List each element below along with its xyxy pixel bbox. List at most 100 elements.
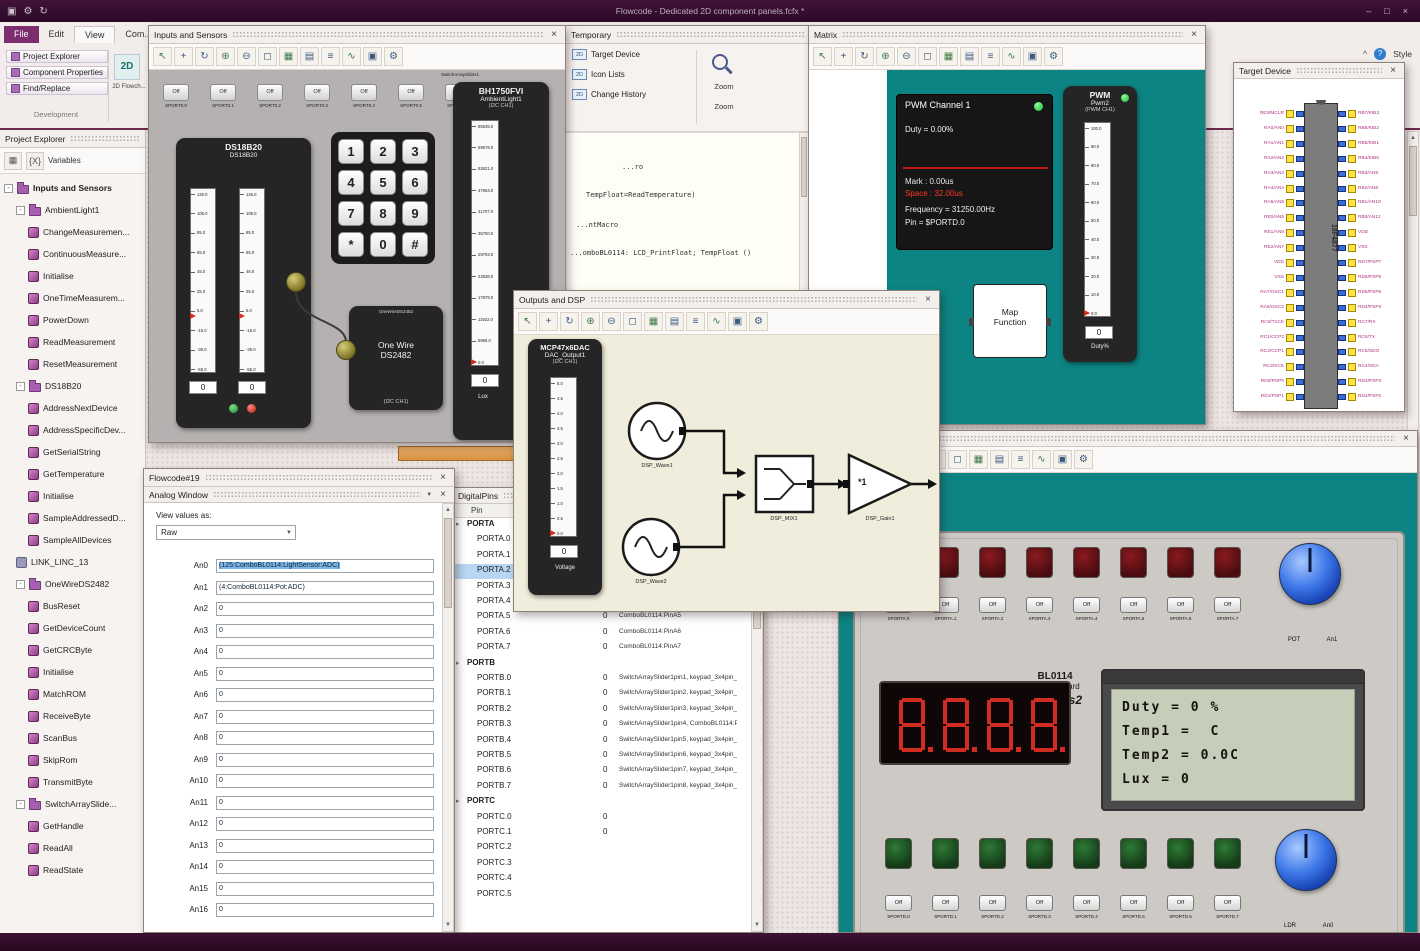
analog-value-field[interactable]: 0 (216, 645, 434, 659)
close-icon[interactable]: × (437, 472, 449, 483)
snapshot-icon[interactable]: ▣ (1023, 47, 1042, 66)
tree-item-gethandle[interactable]: GetHandle (0, 815, 145, 837)
outputs-window-titlebar[interactable]: Outputs and DSP × (514, 291, 939, 309)
scroll-down-icon[interactable]: ▼ (752, 919, 762, 931)
refresh-icon[interactable]: ↻ (39, 6, 47, 17)
scrollbar-thumb[interactable] (801, 137, 807, 197)
pin-stub[interactable] (1338, 140, 1346, 147)
io-button-sporta-5[interactable]: Off (1120, 597, 1147, 613)
io-button-sport0-5[interactable]: Off (398, 84, 424, 101)
pin-stub[interactable] (1338, 230, 1346, 237)
pin-stub[interactable] (1296, 274, 1304, 281)
tree-item-getcrcbyte[interactable]: GetCRCByte (0, 639, 145, 661)
pin-stub[interactable] (1338, 379, 1346, 386)
2d-panel-button[interactable]: 2D (114, 54, 140, 80)
tree-item-readall[interactable]: ReadAll (0, 837, 145, 859)
analog-value-field[interactable]: 0 (216, 709, 434, 724)
port-group-row[interactable]: ▸ PORTB (453, 657, 739, 672)
pin-stub[interactable] (1338, 111, 1346, 117)
snapshot-icon[interactable]: ▣ (728, 312, 747, 331)
io-button-sport0-1[interactable]: Off (210, 84, 236, 101)
matrix-window-titlebar[interactable]: Matrix × (809, 26, 1205, 44)
keypad-key-1[interactable]: 1 (338, 139, 364, 164)
help-icon[interactable]: ? (1374, 48, 1387, 60)
tree-item-resetmeasurement[interactable]: ResetMeasurement (0, 353, 145, 375)
tree-item-onewireds2482[interactable]: - OneWireDS2482 (0, 573, 145, 595)
close-icon[interactable]: × (1400, 433, 1412, 444)
pin-stub[interactable] (1296, 155, 1304, 162)
zoom-magnifier-icon[interactable] (712, 54, 728, 70)
keypad-key-2[interactable]: 2 (370, 139, 396, 164)
zoom-fit-icon[interactable]: ◻ (948, 450, 967, 469)
io-button-sport0-3[interactable]: Off (304, 84, 330, 101)
align-icon[interactable]: ≡ (1011, 450, 1030, 469)
pin-stub[interactable] (1338, 274, 1346, 281)
pin-stub[interactable] (1338, 215, 1346, 222)
analog-value-field[interactable]: 0 (216, 731, 434, 745)
pin-row-portb-5[interactable]: PORTB.5 0 SwitchArraySlider1pin6, keypad_3… (453, 749, 739, 764)
pin-stub[interactable] (1296, 260, 1304, 266)
pin-row-portc-1[interactable]: PORTC.1 0 (453, 826, 739, 841)
pin-stub[interactable] (1338, 155, 1346, 162)
pin-row-portc-5[interactable]: PORTC.5 (453, 888, 739, 903)
expand-icon[interactable]: - (4, 183, 13, 193)
ribbon-tab-edit[interactable]: Edit (39, 26, 75, 43)
wave-icon[interactable]: ∿ (1002, 47, 1021, 66)
align-icon[interactable]: ≡ (981, 47, 1000, 66)
pin-stub[interactable] (1338, 304, 1346, 311)
zoom-out-icon[interactable]: ⊖ (237, 47, 256, 66)
app-logo-icon[interactable]: ▣ (7, 6, 16, 17)
tree-item-samplealldevices[interactable]: SampleAllDevices (0, 529, 145, 551)
view-toggle-icon-lists[interactable]: 2D Icon Lists (566, 64, 809, 84)
panel-settings-icon[interactable]: ⚙ (1044, 47, 1063, 66)
scrollbar-thumb[interactable] (1409, 146, 1417, 216)
scroll-up-icon[interactable]: ▲ (1408, 132, 1418, 144)
pin-stub[interactable] (1338, 364, 1346, 371)
expand-icon[interactable]: - (16, 579, 25, 589)
macros-icon[interactable]: ▦ (4, 151, 22, 170)
tree-item-gettemperature[interactable]: GetTemperature (0, 463, 145, 485)
analog-value-field[interactable]: 0 (216, 881, 434, 896)
grid-icon[interactable]: ▦ (939, 47, 958, 66)
expand-icon[interactable]: - (16, 381, 25, 391)
pin-stub[interactable] (1296, 289, 1304, 296)
panel-settings-icon[interactable]: ⚙ (384, 47, 403, 66)
ribbon-button-project-explorer[interactable]: Project Explorer (6, 50, 109, 63)
analog-value-field[interactable]: 0 (216, 688, 434, 702)
ribbon-tab-file[interactable]: File (4, 26, 39, 43)
ribbon-tab-view[interactable]: View (74, 26, 116, 43)
pin-stub[interactable] (1296, 304, 1304, 311)
tree-item-changemeasuremen[interactable]: ChangeMeasuremen... (0, 221, 145, 243)
io-button-sporta-4[interactable]: Off (1073, 597, 1100, 613)
analog-value-field[interactable]: 0 (216, 795, 434, 810)
cursor-tool-icon[interactable]: ↖ (518, 312, 537, 331)
analog-value-field[interactable]: 0 (216, 623, 434, 638)
io-button-sportd-2[interactable]: Off (979, 895, 1006, 911)
analog-scrollbar[interactable]: ▲ ▼ (442, 503, 454, 932)
zoom-in-icon[interactable]: ⊕ (581, 312, 600, 331)
pan-tool-icon[interactable]: + (834, 47, 853, 66)
map-function-node[interactable]: Map Function (969, 284, 1051, 358)
pin-stub[interactable] (1338, 319, 1346, 326)
analog-window-titlebar[interactable]: Flowcode#19 × (144, 469, 454, 487)
zoom-in-icon[interactable]: ⊕ (876, 47, 895, 66)
analog-value-field[interactable]: 0 (216, 666, 434, 681)
pin-stub[interactable] (1338, 185, 1346, 192)
pin-stub[interactable] (1296, 394, 1304, 401)
rotate-tool-icon[interactable]: ↻ (560, 312, 579, 331)
tree-item-matchrom[interactable]: MatchROM (0, 683, 145, 705)
ldr-knob[interactable] (1275, 829, 1337, 891)
io-button-sportd-7[interactable]: Off (1214, 895, 1241, 911)
analog-panel-header[interactable]: Analog Window ▼ × (144, 487, 454, 503)
layout-icon[interactable]: ▤ (300, 47, 319, 66)
keypad-key-item[interactable]: # (402, 232, 428, 257)
pan-tool-icon[interactable]: + (539, 312, 558, 331)
pin-stub[interactable] (1296, 215, 1304, 222)
cursor-tool-icon[interactable]: ↖ (813, 47, 832, 66)
zoom-fit-icon[interactable]: ◻ (918, 47, 937, 66)
pin-row-portb-4[interactable]: PORTB.4 0 SwitchArraySlider1pin5, keypad_3… (453, 734, 739, 749)
tree-item-skiprom[interactable]: SkipRom (0, 749, 145, 771)
close-button[interactable]: × (1403, 6, 1408, 16)
io-button-sport0-4[interactable]: Off (351, 84, 377, 101)
close-icon[interactable]: × (1387, 65, 1399, 76)
